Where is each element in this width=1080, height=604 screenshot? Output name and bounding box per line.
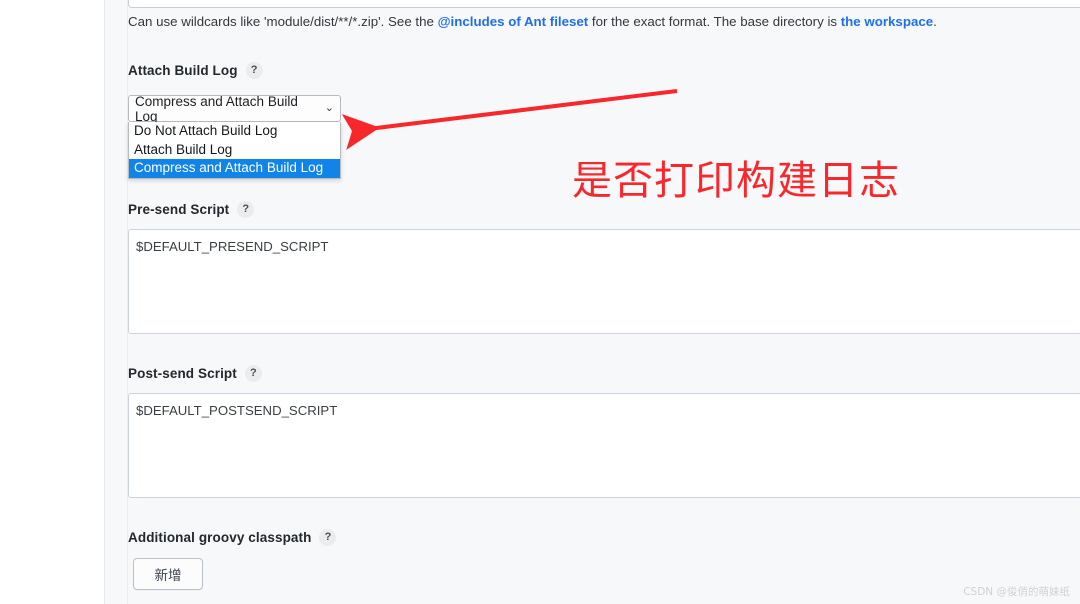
pre-send-script-label: Pre-send Script [128,202,230,217]
attach-build-log-select[interactable]: Compress and Attach Build Log ⌄ [128,93,341,124]
post-send-script-textarea[interactable]: $DEFAULT_POSTSEND_SCRIPT [128,393,1080,498]
additional-groovy-classpath-label-row: Additional groovy classpath ? [128,529,337,546]
annotation-label: 是否打印构建日志 [572,158,900,204]
help-icon-pre-send-script[interactable]: ? [237,201,255,218]
page-root: Can use wildcards like 'module/dist/**/*… [0,0,1080,604]
ant-fileset-link[interactable]: @includes of Ant fileset [438,14,589,29]
gutter-divider-outer [104,0,105,604]
post-send-script-label: Post-send Script [128,366,237,381]
option-attach-build-log[interactable]: Attach Build Log [129,141,340,160]
add-classpath-button[interactable]: 新增 [133,558,203,590]
post-send-script-label-row: Post-send Script ? [128,365,262,382]
attachments-help-text: Can use wildcards like 'module/dist/**/*… [128,13,937,32]
desc-suffix: . [933,14,937,29]
watermark-text: CSDN @俊俏的萌妹纸 [963,586,1070,598]
additional-groovy-classpath-label: Additional groovy classpath [128,530,312,545]
chevron-down-icon: ⌄ [324,102,334,114]
workspace-link[interactable]: the workspace [841,14,933,29]
option-compress-and-attach-build-log[interactable]: Compress and Attach Build Log [129,159,340,178]
help-icon-post-send-script[interactable]: ? [244,365,262,382]
option-do-not-attach-build-log[interactable]: Do Not Attach Build Log [129,122,340,141]
attach-build-log-selected-value: Compress and Attach Build Log [135,93,298,124]
help-icon-additional-groovy-classpath[interactable]: ? [319,529,337,546]
attach-build-log-label: Attach Build Log [128,63,238,78]
pre-send-script-label-row: Pre-send Script ? [128,201,255,218]
left-gutter [0,0,104,604]
help-icon-attach-build-log[interactable]: ? [245,62,263,79]
attach-build-log-label-row: Attach Build Log ? [128,62,263,79]
attach-build-log-option-list[interactable]: Do Not Attach Build Log Attach Build Log… [128,122,341,179]
attachments-input[interactable] [128,0,1080,8]
desc-prefix: Can use wildcards like 'module/dist/**/*… [128,14,438,29]
desc-middle: for the exact format. The base directory… [588,14,841,29]
pre-send-script-textarea[interactable]: $DEFAULT_PRESEND_SCRIPT [128,229,1080,334]
form-content: Can use wildcards like 'module/dist/**/*… [128,0,1080,604]
